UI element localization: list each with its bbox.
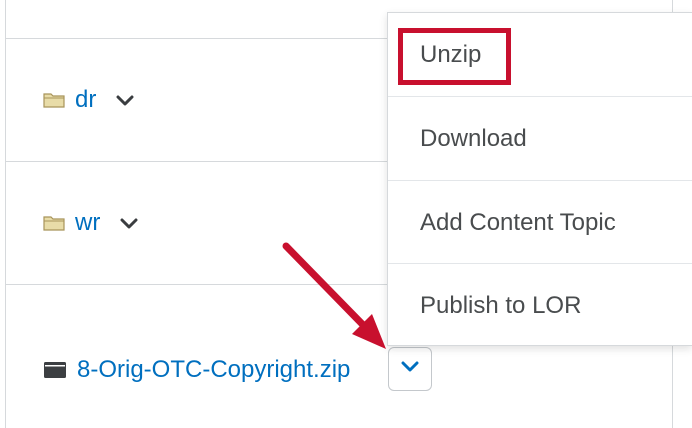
item-actions-button[interactable] xyxy=(388,347,432,391)
folder-icon xyxy=(43,215,65,231)
file-link[interactable]: dr xyxy=(75,86,96,114)
menu-item-label: Add Content Topic xyxy=(420,208,616,236)
chevron-down-icon[interactable] xyxy=(120,217,138,229)
menu-item-label: Download xyxy=(420,124,527,152)
menu-item-add-content-topic[interactable]: Add Content Topic xyxy=(388,181,692,264)
panel-left-border xyxy=(5,0,6,428)
archive-file-icon xyxy=(43,360,67,380)
menu-item-unzip[interactable]: Unzip xyxy=(388,13,692,96)
file-list-item-dr: dr xyxy=(43,80,134,120)
context-menu: Unzip Download Add Content Topic Publish… xyxy=(387,12,692,346)
menu-item-publish-to-lor[interactable]: Publish to LOR xyxy=(388,264,692,347)
menu-item-label: Publish to LOR xyxy=(420,291,582,319)
file-manager-view: dr wr 8-Orig-OTC-Copyright.zip Unzip Dow… xyxy=(0,0,692,428)
chevron-down-icon[interactable] xyxy=(116,94,134,106)
menu-item-label: Unzip xyxy=(420,40,482,68)
file-link[interactable]: wr xyxy=(75,209,100,237)
folder-icon xyxy=(43,92,65,108)
file-link[interactable]: 8-Orig-OTC-Copyright.zip xyxy=(77,356,350,384)
menu-item-download[interactable]: Download xyxy=(388,97,692,180)
file-list-item-wr: wr xyxy=(43,203,138,243)
chevron-down-icon xyxy=(401,360,419,378)
file-list-item-zip: 8-Orig-OTC-Copyright.zip xyxy=(43,350,350,390)
